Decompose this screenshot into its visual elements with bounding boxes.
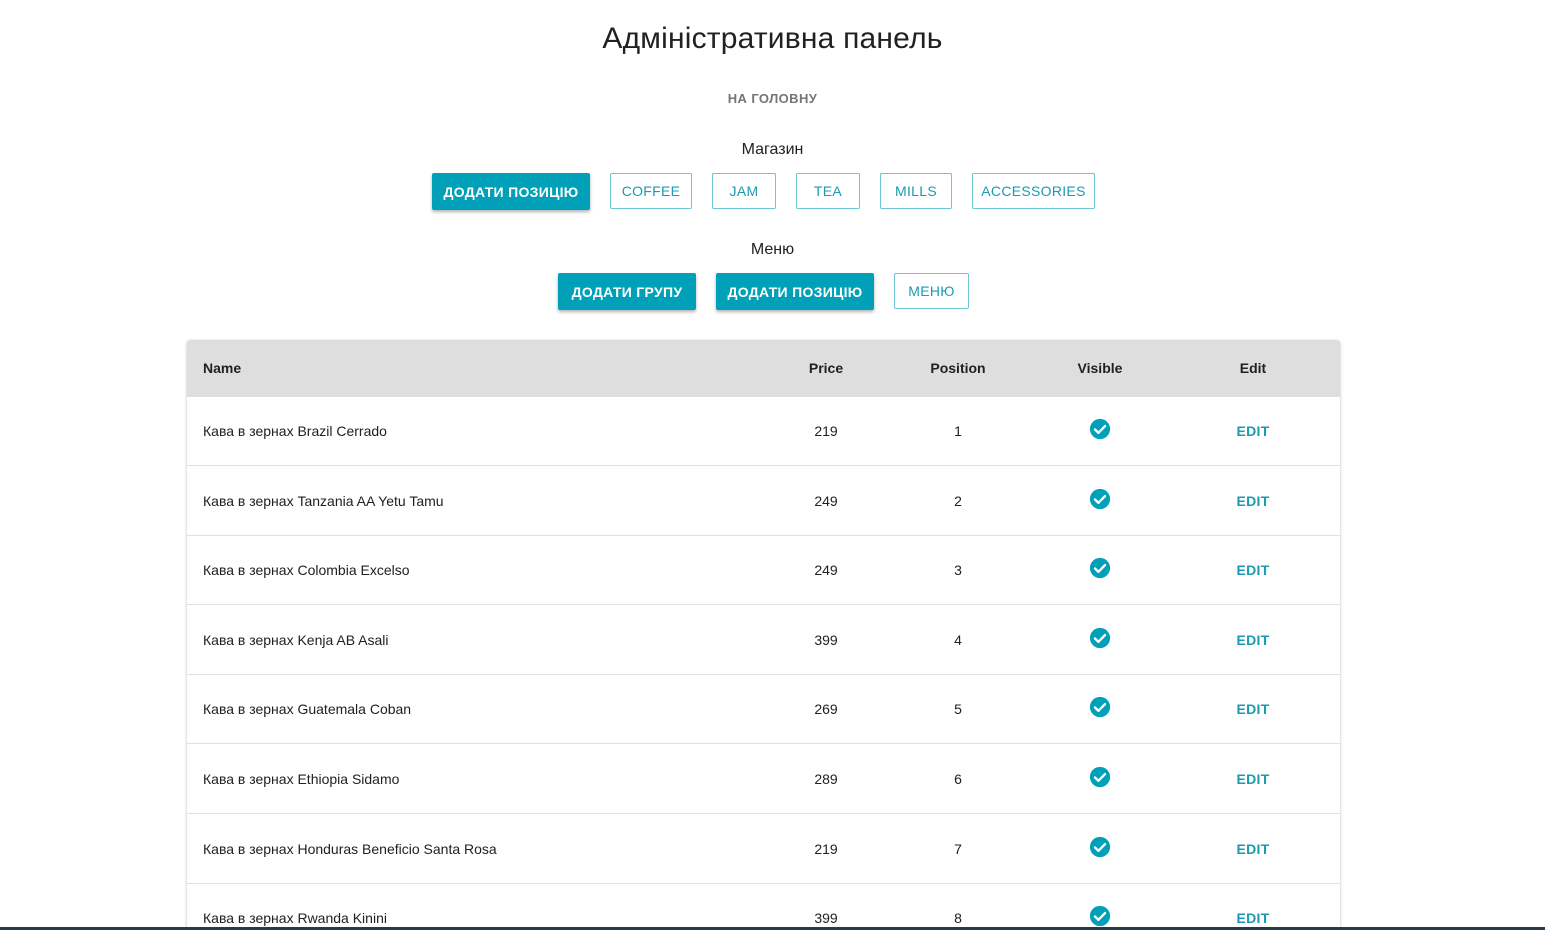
cell-price: 399	[814, 910, 838, 927]
table-row: Кава в зернах Honduras Beneficio Santa R…	[187, 815, 1340, 884]
table-row: Кава в зернах Colombia Excelso 249 3 EDIT	[187, 536, 1340, 606]
table-row: Кава в зернах Brazil Cerrado 219 1 EDIT	[187, 397, 1340, 466]
cell-name: Кава в зернах Kenja AB Asali	[203, 631, 389, 648]
table-row: Кава в зернах Kenja AB Asali 399 4 EDIT	[187, 606, 1340, 675]
items-table: Name Price Position Visible Edit Кава в …	[187, 340, 1340, 930]
cell-position: 3	[954, 562, 962, 579]
category-coffee-button[interactable]: COFFEE	[610, 173, 692, 209]
check-circle-icon	[1089, 906, 1111, 927]
menu-section-label: Меню	[750, 241, 795, 258]
cell-name: Кава в зернах Colombia Excelso	[203, 562, 410, 579]
category-jam-button[interactable]: JAM	[712, 173, 776, 209]
table-row: Кава в зернах Tanzania AA Yetu Tamu 249 2 E…	[187, 467, 1340, 536]
category-mills-button[interactable]: MILLS	[880, 173, 952, 209]
cell-price: 219	[814, 840, 838, 857]
shop-section-label: Магазин	[741, 141, 804, 158]
cell-name: Кава в зернах Ethiopia Sidamo	[203, 771, 400, 787]
cell-price: 249	[814, 492, 838, 509]
menu-button[interactable]: МЕНЮ	[894, 273, 969, 309]
home-link[interactable]: НА ГОЛОВНУ	[0, 91, 1545, 106]
edit-link[interactable]: EDIT	[1213, 536, 1293, 604]
check-circle-icon	[1089, 697, 1111, 718]
category-accessories-button[interactable]: ACCESSORIES	[972, 173, 1095, 209]
cell-position: 1	[954, 423, 962, 439]
check-circle-icon	[1089, 418, 1111, 440]
check-circle-icon	[1089, 627, 1111, 648]
cell-price: 399	[814, 631, 838, 648]
cell-position: 5	[954, 701, 962, 718]
table-header: Name Price Position Visible Edit	[187, 340, 1340, 397]
column-header-edit: Edit	[1239, 360, 1267, 376]
edit-link[interactable]: EDIT	[1213, 815, 1293, 883]
column-header-name: Name	[203, 360, 242, 376]
check-circle-icon	[1089, 488, 1111, 509]
cell-price: 289	[814, 771, 838, 787]
menu-add-position-button[interactable]: ДОДАТИ ПОЗИЦІЮ	[716, 273, 874, 310]
table-row: Кава в зернах Guatemala Coban 269 5 EDIT	[187, 675, 1340, 745]
cell-position: 6	[954, 771, 962, 787]
category-tea-button[interactable]: TEA	[796, 173, 860, 209]
check-circle-icon	[1089, 836, 1111, 857]
column-header-price: Price	[808, 360, 844, 376]
edit-link[interactable]: EDIT	[1213, 606, 1293, 674]
table-row: Кава в зернах Ethiopia Sidamo 289 6 EDIT	[187, 745, 1340, 814]
edit-link[interactable]: EDIT	[1213, 884, 1293, 930]
edit-link[interactable]: EDIT	[1213, 467, 1293, 535]
menu-add-group-button[interactable]: ДОДАТИ ГРУПУ	[558, 273, 696, 310]
cell-name: Кава в зернах Tanzania AA Yetu Tamu	[203, 492, 444, 509]
edit-link[interactable]: EDIT	[1213, 745, 1293, 813]
cell-price: 269	[814, 701, 838, 718]
shop-add-position-button[interactable]: ДОДАТИ ПОЗИЦІЮ	[432, 173, 590, 210]
cell-name: Кава в зернах Guatemala Coban	[203, 701, 412, 718]
edit-link[interactable]: EDIT	[1213, 397, 1293, 465]
cell-position: 7	[954, 840, 962, 857]
check-circle-icon	[1089, 766, 1111, 788]
page-title: Адміністративна панель	[602, 22, 943, 55]
cell-position: 2	[954, 492, 962, 509]
cell-price: 249	[814, 562, 838, 579]
edit-link[interactable]: EDIT	[1213, 675, 1293, 743]
column-header-position: Position	[930, 360, 986, 376]
table-row: Кава в зернах Rwanda Kinini 399 8 EDIT	[187, 884, 1340, 930]
cell-price: 219	[814, 423, 838, 439]
cell-position: 4	[954, 631, 962, 648]
check-circle-icon	[1089, 558, 1111, 579]
cell-name: Кава в зернах Rwanda Kinini	[203, 910, 387, 927]
cell-name: Кава в зернах Brazil Cerrado	[203, 423, 387, 439]
cell-name: Кава в зернах Honduras Beneficio Santa R…	[203, 840, 497, 857]
cell-position: 8	[954, 910, 962, 927]
admin-page: Адміністративна панель НА ГОЛОВНУ Магази…	[0, 0, 1545, 930]
column-header-visible: Visible	[1077, 360, 1123, 376]
